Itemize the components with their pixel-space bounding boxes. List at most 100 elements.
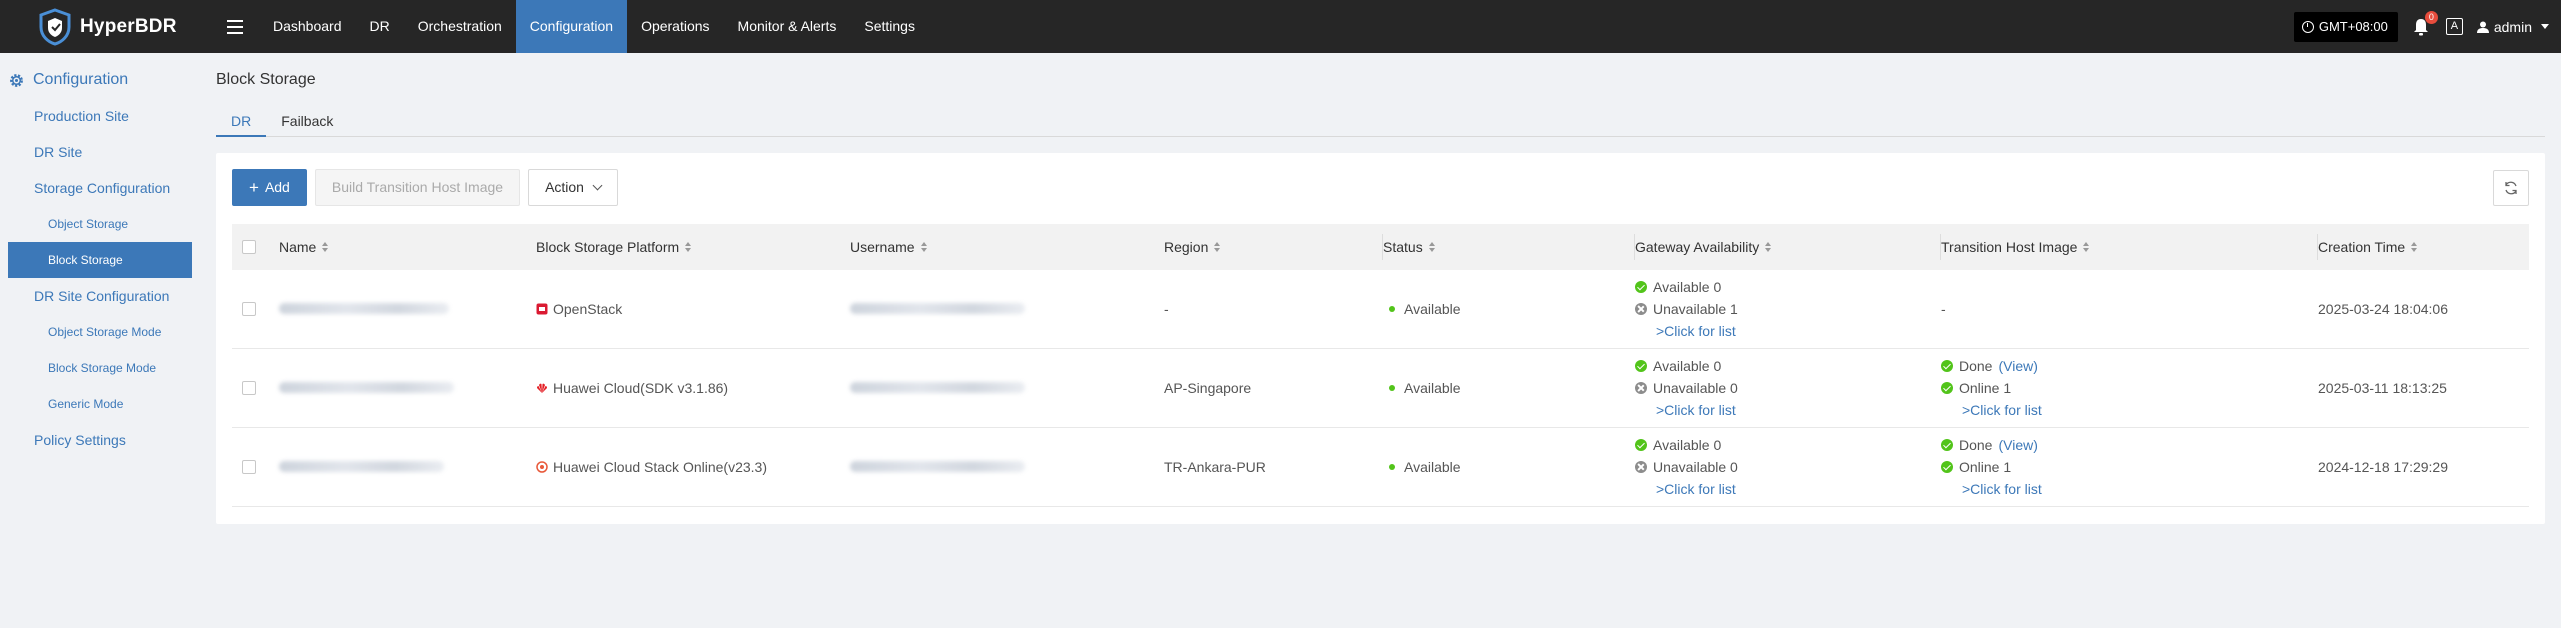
status-cell: Available (1383, 301, 1635, 317)
platform-label: Huawei Cloud(SDK v3.1.86) (553, 380, 729, 396)
name-redacted[interactable] (279, 461, 444, 472)
nav-item-dr[interactable]: DR (356, 0, 404, 53)
status-label: Available (1404, 380, 1461, 396)
row-checkbox[interactable] (242, 381, 256, 395)
transition-host-list-link[interactable]: >Click for list (1941, 481, 2318, 498)
status-label: Available (1404, 301, 1461, 317)
add-button-label: Add (264, 179, 290, 195)
sidebar-item-storage-configuration[interactable]: Storage Configuration (0, 170, 200, 206)
timezone-button[interactable]: GMT+08:00 (2293, 11, 2398, 42)
name-cell[interactable] (279, 301, 536, 317)
nav-item-configuration[interactable]: Configuration (515, 0, 628, 53)
nav-item-settings[interactable]: Settings (850, 0, 929, 53)
column-header-transition-host-image[interactable]: Transition Host Image (1940, 224, 2318, 270)
table-row[interactable]: Huawei Cloud(SDK v3.1.86) AP-Singapore Ava… (232, 349, 2529, 428)
column-header-status[interactable]: Status (1382, 224, 1635, 270)
transition-host-list-link[interactable]: >Click for list (1941, 402, 2318, 419)
block-storage-table: Name Block Storage Platform Username Region… (232, 224, 2529, 507)
sidebar-item-object-storage-mode[interactable]: Object Storage Mode (0, 314, 200, 350)
row-checkbox[interactable] (242, 302, 256, 316)
gateway-list-link[interactable]: >Click for list (1635, 481, 1941, 498)
logo[interactable]: HyperBDR (0, 0, 200, 53)
sidebar-item-generic-mode[interactable]: Generic Mode (0, 386, 200, 422)
name-cell[interactable] (279, 459, 536, 475)
sidebar-item-object-storage[interactable]: Object Storage (0, 206, 200, 242)
sidebar-title[interactable]: Configuration (0, 62, 200, 98)
name-redacted[interactable] (279, 382, 454, 393)
close-circle-icon (1635, 382, 1647, 394)
username-cell (850, 459, 1164, 475)
build-transition-host-image-button[interactable]: Build Transition Host Image (314, 169, 521, 206)
column-header-label: Block Storage Platform (536, 239, 680, 255)
select-all-checkbox[interactable] (242, 240, 256, 254)
sort-icon[interactable] (1428, 242, 1435, 252)
menu-toggle-icon[interactable] (214, 0, 256, 53)
tab-failback[interactable]: Failback (266, 108, 348, 137)
column-header-label: Region (1164, 239, 1209, 255)
row-select-cell (232, 381, 279, 395)
chevron-down-icon (2541, 24, 2549, 29)
nav-item-orchestration[interactable]: Orchestration (404, 0, 516, 53)
notification-button[interactable]: 0 (2412, 10, 2438, 37)
check-circle-icon (1941, 439, 1953, 451)
sort-icon[interactable] (2083, 242, 2090, 252)
sort-icon[interactable] (322, 242, 329, 252)
status-cell: Available (1383, 459, 1635, 475)
gateway-list-link[interactable]: >Click for list (1635, 402, 1941, 419)
nav-item-monitor-alerts[interactable]: Monitor & Alerts (724, 0, 851, 53)
sort-icon[interactable] (2411, 242, 2418, 252)
column-header-username[interactable]: Username (850, 224, 1164, 270)
sort-icon[interactable] (685, 242, 692, 252)
check-circle-icon (1635, 281, 1647, 293)
platform-label: OpenStack (553, 301, 623, 317)
column-header-block-storage-platform[interactable]: Block Storage Platform (536, 224, 850, 270)
action-dropdown[interactable]: Action (528, 169, 618, 206)
status-dot-icon (1389, 306, 1395, 312)
row-checkbox[interactable] (242, 460, 256, 474)
name-cell[interactable] (279, 380, 536, 396)
name-redacted[interactable] (279, 303, 449, 314)
gateway-list-link[interactable]: >Click for list (1635, 323, 1941, 340)
gateway-available-label: Available 0 (1653, 437, 1722, 453)
table-row[interactable]: Huawei Cloud Stack Online(v23.3) TR-Ankar… (232, 428, 2529, 507)
chevron-down-icon (592, 180, 603, 191)
region-cell: AP-Singapore (1164, 380, 1252, 396)
language-icon[interactable]: A (2445, 18, 2463, 35)
user-icon (2476, 21, 2489, 33)
refresh-button[interactable] (2493, 170, 2529, 206)
column-header-creation-time[interactable]: Creation Time (2317, 224, 2529, 270)
column-header-gateway-availability[interactable]: Gateway Availability (1634, 224, 1941, 270)
sidebar-item-dr-site-configuration[interactable]: DR Site Configuration (0, 278, 200, 314)
tab-dr[interactable]: DR (216, 108, 267, 137)
add-button[interactable]: + Add (232, 169, 307, 206)
sidebar-item-policy-settings[interactable]: Policy Settings (0, 422, 200, 458)
user-name: admin (2493, 18, 2532, 35)
view-image-link[interactable]: (View) (1998, 437, 2037, 453)
gateway-unavailable-label: Unavailable 0 (1653, 380, 1738, 396)
table-header: Name Block Storage Platform Username Region… (232, 224, 2529, 270)
sidebar-item-block-storage-mode[interactable]: Block Storage Mode (0, 350, 200, 386)
check-circle-icon (1941, 461, 1953, 473)
sidebar-item-production-site[interactable]: Production Site (0, 98, 200, 134)
column-header-label: Creation Time (2318, 239, 2406, 255)
nav-item-operations[interactable]: Operations (627, 0, 723, 53)
sidebar-item-dr-site[interactable]: DR Site (0, 134, 200, 170)
view-image-link[interactable]: (View) (1998, 358, 2037, 374)
nav-item-dashboard[interactable]: Dashboard (259, 0, 356, 53)
sort-icon[interactable] (920, 242, 927, 252)
table-row[interactable]: OpenStack - Available Available 0 Unavailabl… (232, 270, 2529, 349)
column-divider (1382, 234, 1383, 260)
column-header-name[interactable]: Name (279, 224, 536, 270)
column-divider (2317, 234, 2318, 260)
sidebar-item-block-storage[interactable]: Block Storage (8, 242, 192, 278)
user-menu[interactable]: admin (2476, 18, 2549, 35)
username-redacted (850, 382, 1025, 393)
column-header-label: Transition Host Image (1941, 239, 2078, 255)
column-header-region[interactable]: Region (1164, 224, 1383, 270)
username-redacted (850, 303, 1025, 314)
sort-icon[interactable] (1765, 242, 1772, 252)
row-select-cell (232, 460, 279, 474)
close-circle-icon (1635, 461, 1647, 473)
sort-icon[interactable] (1214, 242, 1221, 252)
notification-badge: 0 (2424, 10, 2438, 24)
